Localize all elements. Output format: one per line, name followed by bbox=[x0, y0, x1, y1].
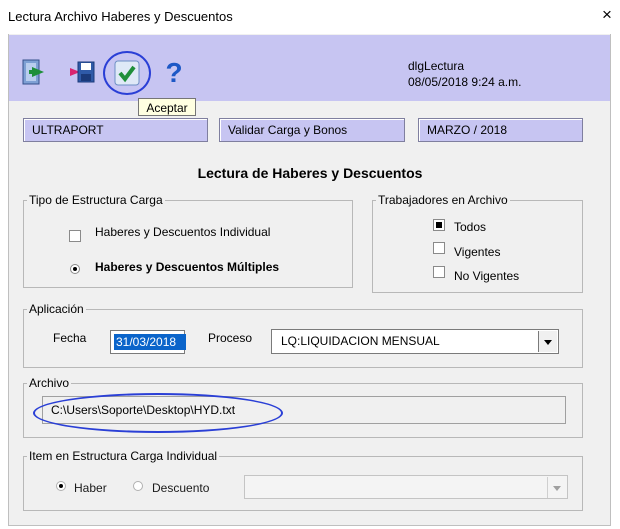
process-box: Validar Carga y Bonos bbox=[219, 118, 405, 142]
archivo-legend: Archivo bbox=[29, 376, 70, 390]
option-multiples-radio[interactable] bbox=[70, 264, 80, 274]
save-icon[interactable] bbox=[68, 58, 96, 86]
exit-door-icon[interactable] bbox=[20, 58, 48, 86]
proceso-select[interactable]: LQ:LIQUIDACION MENSUAL bbox=[271, 329, 559, 354]
dialog-info: dlgLectura 08/05/2018 9:24 a.m. bbox=[408, 58, 521, 90]
descuento-label[interactable]: Descuento bbox=[152, 481, 209, 495]
fecha-value: 31/03/2018 bbox=[114, 334, 186, 350]
no-vigentes-check[interactable] bbox=[433, 266, 445, 278]
fecha-label: Fecha bbox=[53, 331, 87, 345]
aceptar-tooltip: Aceptar bbox=[138, 98, 196, 116]
item-estructura-legend: Item en Estructura Carga Individual bbox=[29, 449, 218, 463]
chevron-down-icon[interactable] bbox=[538, 331, 557, 352]
period-box: MARZO / 2018 bbox=[418, 118, 583, 142]
vigentes-check[interactable] bbox=[433, 242, 445, 254]
tipo-estructura-legend: Tipo de Estructura Carga bbox=[29, 193, 163, 207]
vigentes-label[interactable]: Vigentes bbox=[454, 245, 500, 259]
company-box: ULTRAPORT bbox=[23, 118, 208, 142]
window-title: Lectura Archivo Haberes y Descuentos bbox=[8, 9, 233, 24]
haber-label[interactable]: Haber bbox=[74, 481, 107, 495]
trabajadores-legend: Trabajadores en Archivo bbox=[378, 193, 508, 207]
title-bar: Lectura Archivo Haberes y Descuentos × bbox=[0, 0, 620, 34]
svg-text:?: ? bbox=[165, 58, 182, 86]
dialog-name: dlgLectura bbox=[408, 59, 465, 73]
archivo-path-field[interactable]: C:\Users\Soporte\Desktop\HYD.txt bbox=[42, 396, 566, 424]
proceso-value: LQ:LIQUIDACION MENSUAL bbox=[281, 334, 440, 348]
page-heading: Lectura de Haberes y Descuentos bbox=[197, 165, 423, 181]
aplicacion-legend: Aplicación bbox=[29, 302, 84, 316]
chevron-down-icon[interactable] bbox=[547, 477, 566, 498]
item-select[interactable] bbox=[244, 475, 568, 499]
todos-label[interactable]: Todos bbox=[454, 220, 486, 234]
option-multiples-label[interactable]: Haberes y Descuentos Múltiples bbox=[95, 260, 279, 274]
dialog-datetime: 08/05/2018 9:24 a.m. bbox=[408, 75, 522, 89]
proceso-label: Proceso bbox=[208, 331, 253, 345]
question-mark-icon[interactable]: ? bbox=[160, 58, 188, 86]
no-vigentes-label[interactable]: No Vigentes bbox=[454, 269, 519, 283]
checkmark-icon[interactable] bbox=[113, 59, 141, 87]
haber-radio[interactable] bbox=[56, 481, 66, 491]
todos-check[interactable] bbox=[433, 219, 445, 231]
option-individual-check[interactable] bbox=[69, 230, 81, 242]
option-individual-label[interactable]: Haberes y Descuentos Individual bbox=[95, 225, 270, 239]
descuento-radio[interactable] bbox=[133, 481, 143, 491]
fecha-input[interactable]: 31/03/2018 bbox=[110, 330, 186, 354]
close-icon[interactable]: × bbox=[598, 5, 616, 25]
